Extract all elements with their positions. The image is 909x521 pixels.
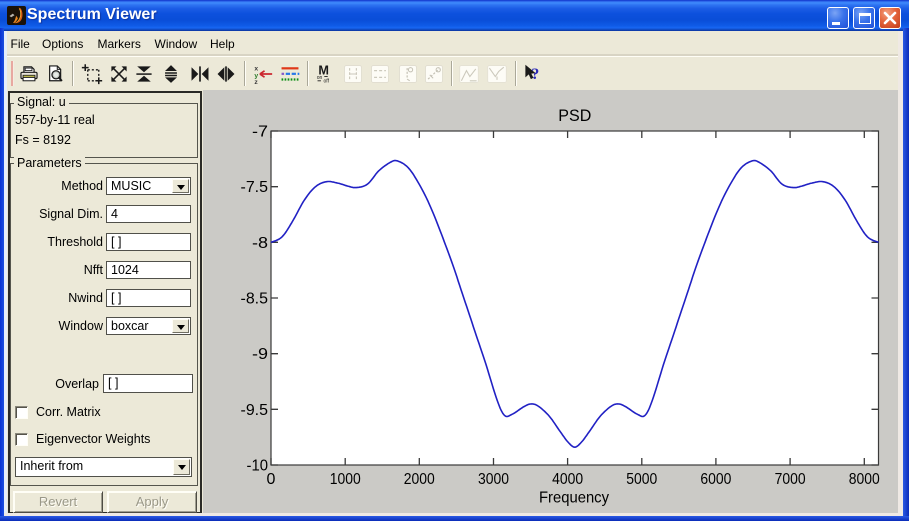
svg-text:4000: 4000 (552, 471, 583, 488)
svg-text:PSD: PSD (558, 106, 591, 125)
svg-text:-9.5: -9.5 (241, 402, 269, 419)
svg-text:2000: 2000 (404, 471, 435, 488)
svg-text:-7.5: -7.5 (241, 179, 269, 196)
svg-text:3000: 3000 (478, 471, 509, 488)
svg-text:-7: -7 (252, 124, 268, 141)
svg-text:off: off (323, 78, 329, 84)
svg-text:?: ? (531, 66, 539, 83)
svg-text:-9: -9 (252, 346, 268, 363)
svg-text:-8.5: -8.5 (241, 291, 269, 308)
svg-text:-8: -8 (252, 235, 268, 252)
svg-text:8000: 8000 (849, 471, 880, 488)
svg-text:1000: 1000 (330, 471, 361, 488)
svg-text:Frequency: Frequency (539, 490, 609, 507)
svg-text:7000: 7000 (775, 471, 806, 488)
svg-text:6000: 6000 (700, 471, 731, 488)
svg-text:z: z (254, 79, 258, 85)
svg-text:5000: 5000 (626, 471, 657, 488)
svg-text:on: on (317, 75, 323, 81)
svg-text:-10: -10 (247, 458, 269, 475)
